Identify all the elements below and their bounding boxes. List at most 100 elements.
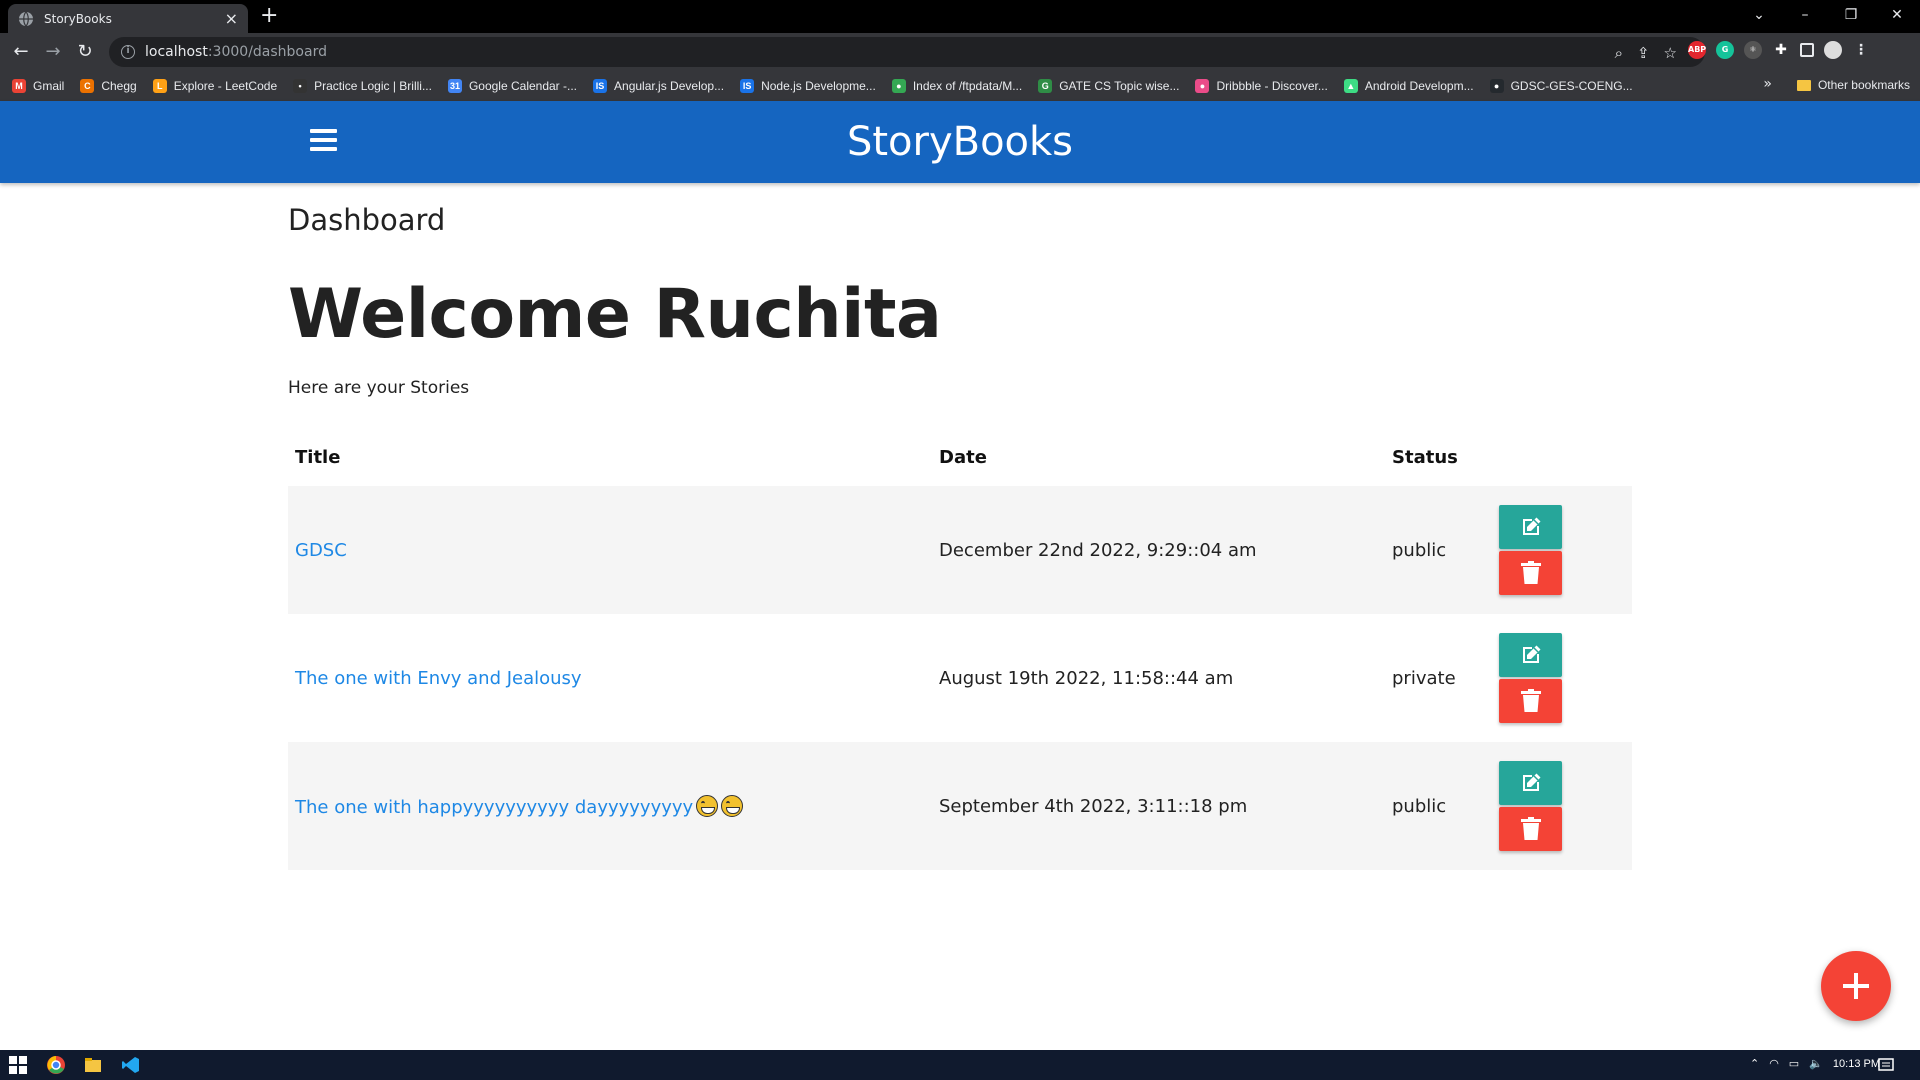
delete-story-button[interactable] [1499, 807, 1562, 851]
bookmark-item[interactable]: G GATE CS Topic wise... [1038, 79, 1179, 93]
delete-story-button[interactable] [1499, 679, 1562, 723]
share-icon[interactable]: ⇪ [1637, 44, 1650, 62]
address-bar[interactable]: i localhost:3000/dashboard ⌕ ⇪ ☆ [109, 37, 1705, 67]
story-actions [1492, 614, 1632, 742]
profile-avatar[interactable] [1824, 41, 1842, 59]
puzzle-icon[interactable]: ✚ [1772, 41, 1790, 59]
react-devtools-icon[interactable]: ⚛ [1744, 41, 1762, 59]
bookmark-item[interactable]: IS Node.js Developme... [740, 79, 876, 93]
zoom-icon[interactable]: ⌕ [1615, 44, 1623, 62]
clock[interactable]: 10:13 PM [1833, 1058, 1880, 1070]
story-date: December 22nd 2022, 9:29::04 am [939, 539, 1257, 561]
grin-emoji-icon [721, 794, 744, 817]
close-tab-icon[interactable]: × [225, 9, 238, 28]
story-title-link[interactable]: The one with Envy and Jealousy [295, 668, 582, 689]
new-tab-button[interactable]: + [260, 5, 278, 27]
app-navbar: StoryBooks [0, 101, 1920, 183]
taskbar: ⌃ ◠ ▭ 🔈 10:13 PM [0, 1050, 1920, 1080]
table-header-row: Title Date Status [288, 428, 1632, 486]
bookmark-item[interactable]: C Chegg [80, 79, 137, 93]
bookmark-favicon-icon: IS [593, 79, 608, 93]
other-bookmarks-label: Other bookmarks [1817, 78, 1910, 92]
story-title-text: GDSC [295, 539, 347, 561]
header-actions [1492, 428, 1632, 486]
other-bookmarks[interactable]: Other bookmarks [1796, 78, 1910, 92]
bookmark-label: Android Developm... [1364, 79, 1474, 93]
extensions-area: ABP G ⚛ ✚ ⋮ [1688, 41, 1870, 59]
story-date: August 19th 2022, 11:58::44 am [939, 667, 1234, 689]
close-window-button[interactable]: ✕ [1874, 0, 1920, 30]
story-title-text: The one with Envy and Jealousy [295, 667, 582, 689]
windows-start-icon[interactable] [8, 1055, 28, 1075]
bookmarks-bar: M Gmail C Chegg L Explore - LeetCode • Practice… [0, 71, 1920, 101]
add-story-button[interactable] [1821, 951, 1891, 1021]
tray-chevron-icon[interactable]: ⌃ [1750, 1057, 1759, 1070]
vscode-icon[interactable] [121, 1055, 141, 1075]
restore-button[interactable]: ❐ [1828, 0, 1874, 30]
story-date: September 4th 2022, 3:11::18 pm [939, 795, 1248, 817]
adblock-icon[interactable]: ABP [1688, 41, 1706, 59]
edit-story-button[interactable] [1499, 505, 1562, 549]
tab-search-icon[interactable]: ⌄ [1736, 0, 1782, 30]
edit-story-button[interactable] [1499, 633, 1562, 677]
edit-icon [1522, 645, 1540, 663]
star-icon[interactable]: ☆ [1664, 44, 1677, 62]
story-title-cell: The one with Envy and Jealousy [288, 614, 932, 742]
bookmark-item[interactable]: ● Index of /ftpdata/M... [891, 79, 1022, 93]
story-title-cell: The one with happyyyyyyyyyy dayyyyyyyyy [288, 742, 932, 870]
bookmark-item[interactable]: IS Angular.js Develop... [593, 79, 724, 93]
bookmark-label: Explore - LeetCode [173, 79, 278, 93]
edit-story-button[interactable] [1499, 761, 1562, 805]
browser-tab-strip: StoryBooks × + ⌄ – ❐ ✕ [0, 0, 1920, 33]
edit-icon [1522, 517, 1540, 535]
bookmark-label: Node.js Developme... [761, 79, 876, 93]
bookmark-item[interactable]: ● GDSC-GES-COENG... [1489, 79, 1633, 93]
delete-story-button[interactable] [1499, 551, 1562, 595]
plus-icon [1843, 973, 1869, 999]
reload-icon[interactable]: ↻ [74, 41, 96, 63]
battery-icon[interactable]: ▭ [1789, 1057, 1799, 1070]
bookmark-favicon-icon: ▲ [1343, 79, 1358, 93]
bookmark-item[interactable]: • Practice Logic | Brilli... [293, 79, 432, 93]
chrome-icon[interactable] [46, 1055, 66, 1075]
tab-title: StoryBooks [44, 11, 112, 26]
bookmark-favicon-icon: G [1038, 79, 1053, 93]
bookmark-item[interactable]: M Gmail [12, 79, 64, 93]
page-title: Dashboard [288, 203, 446, 237]
file-explorer-icon[interactable] [83, 1055, 103, 1075]
browser-tab[interactable]: StoryBooks × [8, 4, 248, 33]
sidepanel-icon[interactable] [1800, 43, 1814, 57]
bookmark-item[interactable]: L Explore - LeetCode [152, 79, 278, 93]
minimize-button[interactable]: – [1782, 0, 1828, 30]
grammarly-icon[interactable]: G [1716, 41, 1734, 59]
menu-dots-icon[interactable]: ⋮ [1852, 41, 1870, 59]
stories-table: Title Date Status GDSC December 22nd 2022… [288, 428, 1632, 870]
forward-icon[interactable]: → [42, 41, 64, 63]
folder-icon [1796, 79, 1811, 91]
bookmark-item[interactable]: ▲ Android Developm... [1343, 79, 1474, 93]
bookmark-label: Gmail [33, 79, 65, 93]
wifi-icon[interactable]: ◠ [1769, 1057, 1779, 1070]
story-title-link[interactable]: The one with happyyyyyyyyyy dayyyyyyyyy [295, 794, 744, 818]
bookmark-favicon-icon: 31 [447, 79, 462, 93]
bookmark-label: Practice Logic | Brilli... [314, 79, 432, 93]
welcome-heading: Welcome Ruchita [288, 275, 942, 354]
story-status: private [1392, 667, 1456, 689]
bookmark-label: Angular.js Develop... [614, 79, 725, 93]
brand-logo[interactable]: StoryBooks [0, 119, 1920, 165]
story-actions [1492, 742, 1632, 870]
story-title-link[interactable]: GDSC [295, 540, 347, 561]
bookmark-item[interactable]: ● Dribbble - Discover... [1195, 79, 1328, 93]
grin-emoji-icon [696, 794, 719, 817]
bookmark-favicon-icon: ● [1195, 79, 1210, 93]
bookmark-item[interactable]: 31 Google Calendar -... [447, 79, 577, 93]
volume-icon[interactable]: 🔈 [1809, 1057, 1823, 1070]
info-icon[interactable]: i [121, 45, 135, 59]
main-content: Dashboard Welcome Ruchita Here are your … [288, 183, 1632, 870]
back-icon[interactable]: ← [10, 41, 32, 63]
chevron-more-icon[interactable]: » [1763, 76, 1772, 92]
table-row: GDSC December 22nd 2022, 9:29::04 am publi… [288, 486, 1632, 614]
notification-icon[interactable] [1876, 1055, 1896, 1075]
globe-icon [19, 11, 33, 26]
edit-icon [1522, 773, 1540, 791]
